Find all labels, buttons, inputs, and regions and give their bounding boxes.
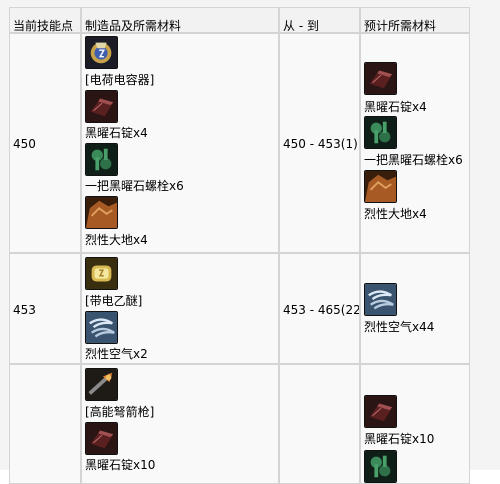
product-link[interactable]: [电荷电容器] [85, 73, 154, 87]
page-scrollbar[interactable] [484, 0, 500, 470]
electric-capacitor-icon[interactable] [85, 36, 118, 69]
skill-level: 450 [13, 137, 36, 151]
product-link[interactable]: [高能弩箭枪] [85, 405, 154, 419]
material-label: 黑曜石锭x4 [85, 126, 148, 140]
header-skill: 当前技能点 [9, 7, 81, 33]
crossbow-icon[interactable] [85, 368, 118, 401]
material-label: 烈性空气x2 [85, 347, 148, 361]
obsidium-ingot-icon[interactable] [364, 62, 397, 95]
products-cell: [电荷电容器] 黑曜石锭x4 一把黑曜石螺栓x6 烈性大地x4 [81, 33, 279, 253]
expected-cell: 烈性空气x44 [360, 253, 470, 364]
range-cell [279, 364, 360, 484]
expected-cell: 黑曜石锭x10 [360, 364, 470, 484]
obsidium-ingot-icon[interactable] [364, 395, 397, 428]
volatile-earth-icon[interactable] [85, 196, 118, 229]
obsidium-bolts-icon[interactable] [364, 116, 397, 149]
header-range: 从 - 到 [279, 7, 360, 33]
material-label: 黑曜石锭x4 [364, 100, 427, 114]
range-cell: 453 - 465(22) [279, 253, 360, 364]
volatile-air-icon[interactable] [364, 283, 397, 316]
material-label: 一把黑曜石螺栓x6 [364, 153, 463, 167]
skill-range: 453 - 465(22) [283, 303, 360, 317]
skill-range: 450 - 453(1) [283, 137, 358, 151]
volatile-earth-icon[interactable] [364, 170, 397, 203]
material-label: 烈性大地x4 [85, 233, 148, 247]
product-link[interactable]: [带电乙醚] [85, 294, 142, 308]
recipe-table: 当前技能点 制造品及所需材料 从 - 到 预计所需材料 450 [电荷电容器] … [0, 0, 500, 484]
volatile-air-icon[interactable] [85, 311, 118, 344]
table-row: 453 [9, 253, 81, 364]
products-cell: [高能弩箭枪] 黑曜石锭x10 [81, 364, 279, 484]
skill-level: 453 [13, 303, 36, 317]
range-cell: 450 - 453(1) [279, 33, 360, 253]
expected-cell: 黑曜石锭x4 一把黑曜石螺栓x6 烈性大地x4 [360, 33, 470, 253]
material-label: 黑曜石锭x10 [364, 432, 435, 446]
material-label: 烈性大地x4 [364, 207, 427, 221]
charged-ether-icon[interactable] [85, 257, 118, 290]
header-products: 制造品及所需材料 [81, 7, 279, 33]
material-label: 一把黑曜石螺栓x6 [85, 179, 184, 193]
products-cell: [带电乙醚] 烈性空气x2 [81, 253, 279, 364]
obsidium-bolts-icon[interactable] [364, 450, 397, 483]
obsidium-bolts-icon[interactable] [85, 143, 118, 176]
material-label: 烈性空气x44 [364, 320, 435, 334]
table-row: 450 [9, 33, 81, 253]
obsidium-ingot-icon[interactable] [85, 422, 118, 455]
header-expected: 预计所需材料 [360, 7, 470, 33]
obsidium-ingot-icon[interactable] [85, 90, 118, 123]
table-row [9, 364, 81, 484]
